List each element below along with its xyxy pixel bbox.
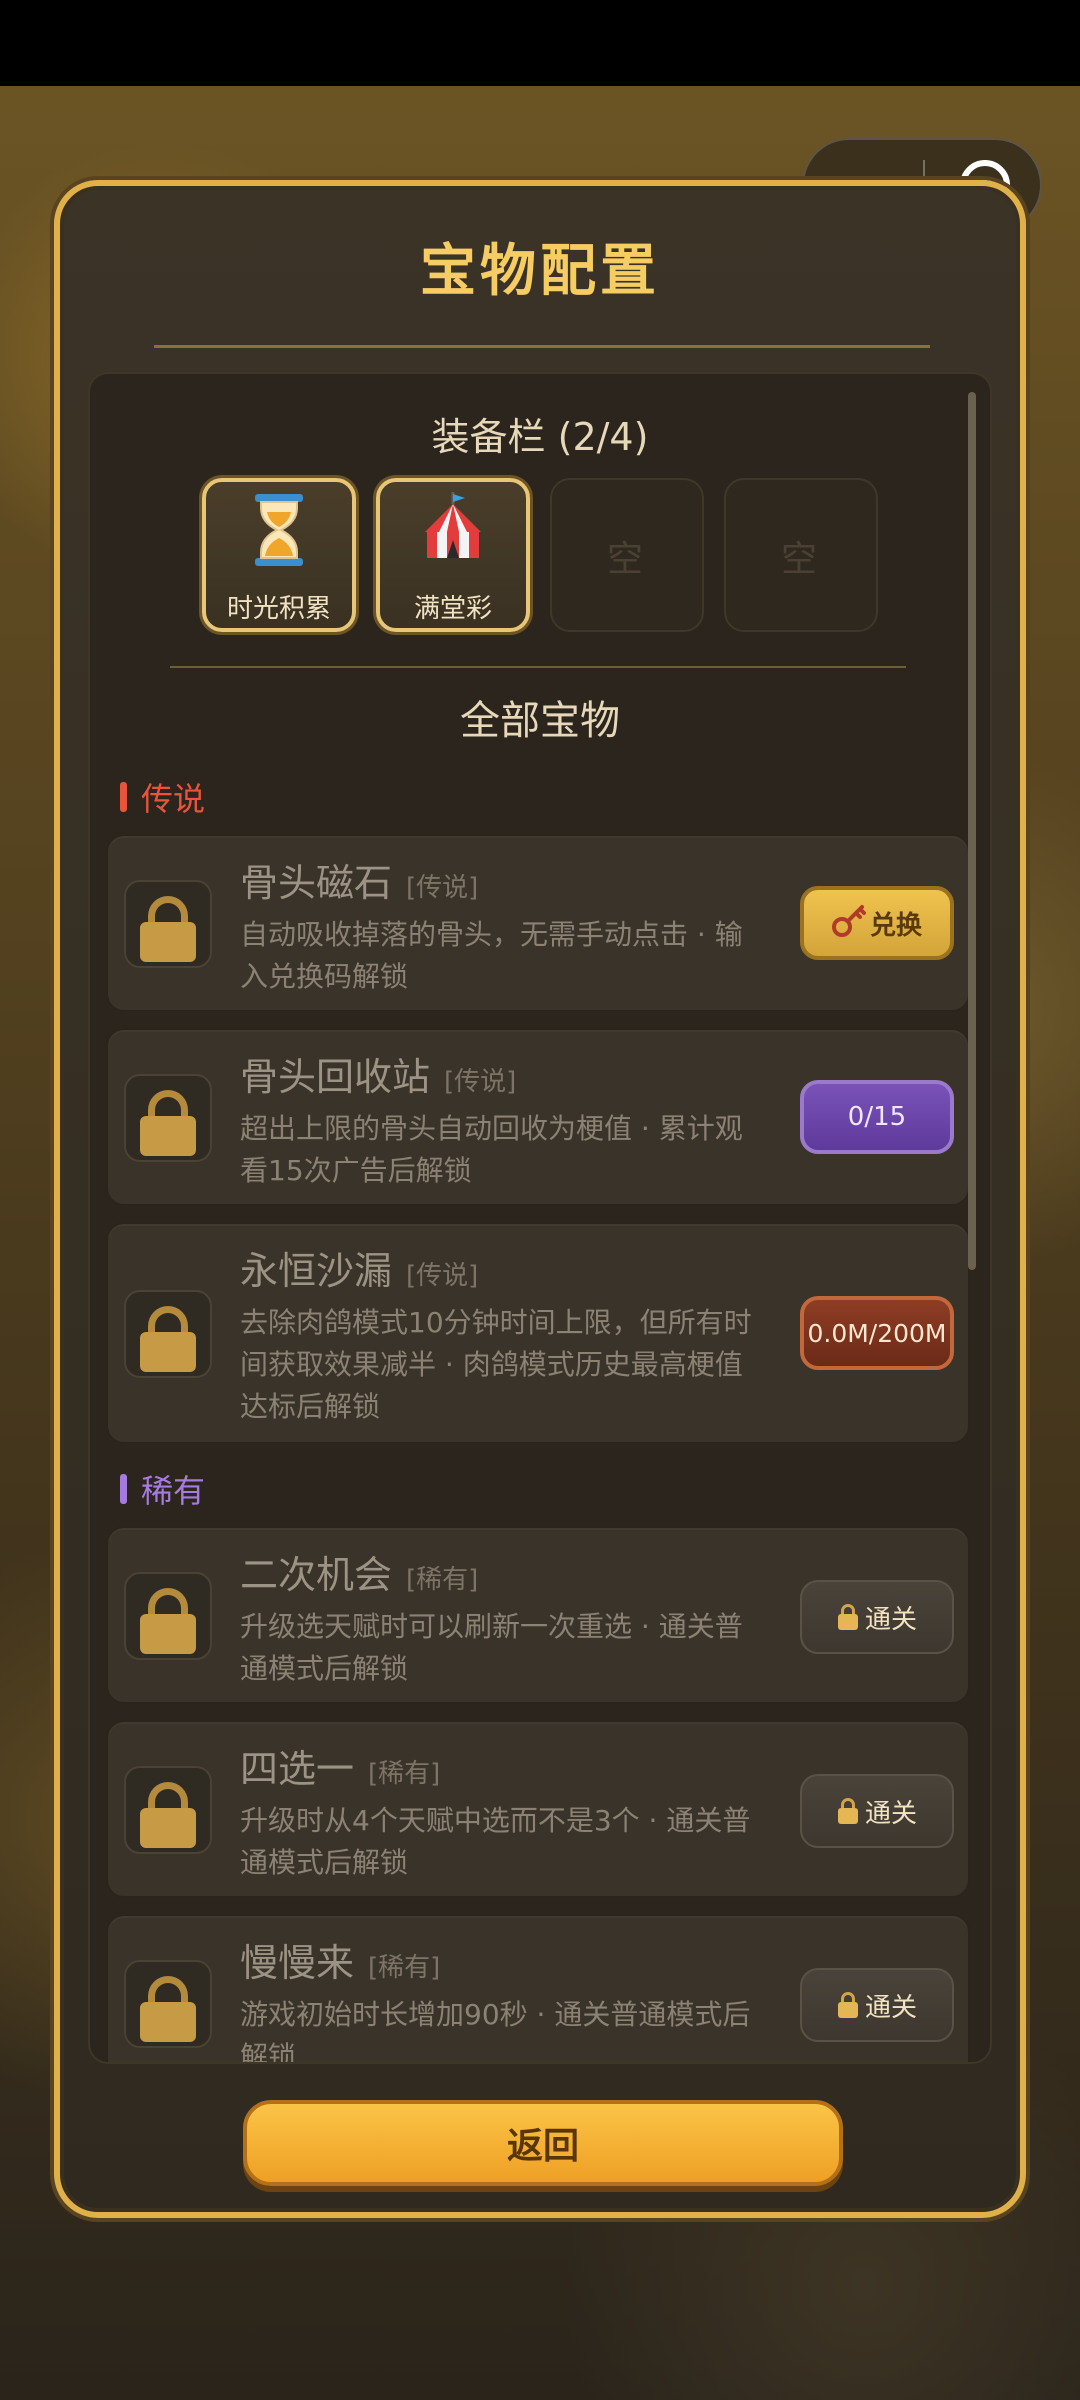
equip-bar-title: 装备栏 (2/4) xyxy=(431,415,649,459)
scrollbar[interactable] xyxy=(968,392,976,1270)
treasure-config-panel: 宝物配置 装备栏 (2/4) 时光积累 满堂彩 空 空 全部宝物 传说 骨头磁石… xyxy=(54,180,1026,2218)
rarity-tag: [稀有] xyxy=(368,1953,441,1983)
treasure-item[interactable]: 骨头回收站 [传说] 超出上限的骨头自动回收为梗值 · 累计观看15次广告后解锁 … xyxy=(106,1028,970,1206)
treasure-desc: 升级选天赋时可以刷新一次重选 · 通关普通模式后解锁 xyxy=(240,1610,743,1685)
treasure-name: 永恒沙漏 xyxy=(240,1249,393,1293)
equip-slot-name: 满堂彩 xyxy=(413,594,492,624)
lock-icon xyxy=(124,1290,212,1378)
small-lock-icon xyxy=(837,1992,859,2018)
circus-tent-icon xyxy=(380,492,526,572)
key-icon xyxy=(831,903,866,944)
treasure-item[interactable]: 慢慢来 [稀有] 游戏初始时长增加90秒 · 通关普通模式后解锁 通关 xyxy=(106,1914,970,2064)
rarity-tag: [稀有] xyxy=(368,1759,441,1789)
lock-icon xyxy=(124,880,212,968)
clear-unlock-button[interactable]: 通关 xyxy=(800,1774,954,1848)
small-lock-icon xyxy=(837,1798,859,1824)
ad-progress-button[interactable]: 0/15 xyxy=(800,1080,954,1154)
clear-unlock-button[interactable]: 通关 xyxy=(800,1580,954,1654)
treasure-desc: 升级时从4个天赋中选而不是3个 · 通关普通模式后解锁 xyxy=(240,1804,751,1879)
equip-slot-2[interactable]: 满堂彩 xyxy=(376,478,530,632)
rarity-tag: [稀有] xyxy=(406,1565,479,1595)
clear-unlock-button[interactable]: 通关 xyxy=(800,1968,954,2042)
category-label: 稀有 xyxy=(141,1472,206,1510)
small-lock-icon xyxy=(837,1604,859,1630)
equip-slot-1[interactable]: 时光积累 xyxy=(202,478,356,632)
rarity-tag: [传说] xyxy=(444,1067,517,1097)
hourglass-icon xyxy=(206,492,352,572)
empty-slot-label: 空 xyxy=(606,539,643,580)
score-progress-button[interactable]: 0.0M/200M xyxy=(800,1296,954,1370)
lock-icon xyxy=(124,1074,212,1162)
category-legend: 传说 xyxy=(120,774,205,820)
treasure-name: 二次机会 xyxy=(240,1553,393,1597)
treasure-desc: 去除肉鸽模式10分钟时间上限，但所有时间获取效果减半 · 肉鸽模式历史最高梗值达… xyxy=(240,1306,752,1423)
treasure-item[interactable]: 二次机会 [稀有] 升级选天赋时可以刷新一次重选 · 通关普通模式后解锁 通关 xyxy=(106,1526,970,1704)
treasure-desc: 超出上限的骨头自动回收为梗值 · 累计观看15次广告后解锁 xyxy=(240,1112,743,1187)
treasure-name: 慢慢来 xyxy=(240,1941,355,1985)
treasure-name: 骨头回收站 xyxy=(240,1055,431,1099)
treasure-desc: 游戏初始时长增加90秒 · 通关普通模式后解锁 xyxy=(240,1998,751,2064)
treasure-item[interactable]: 永恒沙漏 [传说] 去除肉鸽模式10分钟时间上限，但所有时间获取效果减半 · 肉鸽… xyxy=(106,1222,970,1444)
panel-title: 宝物配置 xyxy=(420,239,660,304)
category-label: 传说 xyxy=(141,780,206,818)
treasure-scroll-area[interactable]: 装备栏 (2/4) 时光积累 满堂彩 空 空 全部宝物 传说 骨头磁石 [传说]… xyxy=(88,372,992,2064)
rarity-tag: [传说] xyxy=(406,1261,479,1291)
equip-slot-name: 时光积累 xyxy=(226,594,331,624)
treasure-item[interactable]: 骨头磁石 [传说] 自动吸收掉落的骨头，无需手动点击 · 输入兑换码解锁 兑换 xyxy=(106,834,970,1012)
equip-slot-3[interactable]: 空 xyxy=(550,478,704,632)
title-divider xyxy=(154,345,930,348)
lock-icon xyxy=(124,1960,212,2048)
equip-slot-4[interactable]: 空 xyxy=(724,478,878,632)
equip-slots: 时光积累 满堂彩 空 空 xyxy=(202,478,882,636)
empty-slot-label: 空 xyxy=(780,539,817,580)
equip-divider xyxy=(170,666,906,668)
all-treasures-title: 全部宝物 xyxy=(460,698,620,744)
category-rare: 稀有 xyxy=(120,1466,205,1512)
lock-icon xyxy=(124,1572,212,1660)
treasure-name: 四选一 xyxy=(240,1747,355,1791)
treasure-name: 骨头磁石 xyxy=(240,861,393,905)
lock-icon xyxy=(124,1766,212,1854)
treasure-desc: 自动吸收掉落的骨头，无需手动点击 · 输入兑换码解锁 xyxy=(240,918,743,993)
redeem-button[interactable]: 兑换 xyxy=(800,886,954,960)
back-button[interactable]: 返回 xyxy=(243,2100,843,2186)
treasure-item[interactable]: 四选一 [稀有] 升级时从4个天赋中选而不是3个 · 通关普通模式后解锁 通关 xyxy=(106,1720,970,1898)
status-bar xyxy=(0,0,1080,86)
rarity-tag: [传说] xyxy=(406,873,479,903)
